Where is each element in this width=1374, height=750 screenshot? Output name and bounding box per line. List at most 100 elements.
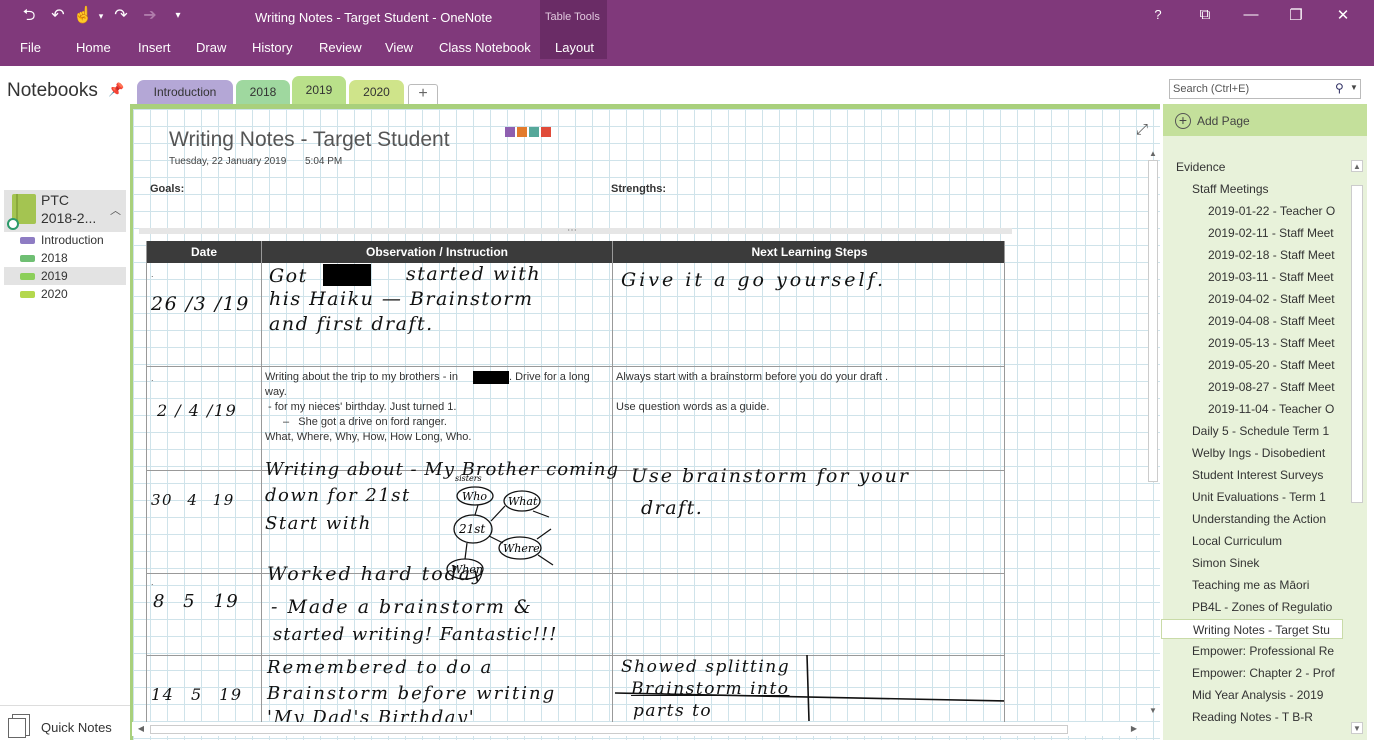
observation-handwriting: - Made a brainstorm &: [271, 596, 533, 618]
scroll-up-icon[interactable]: ▲: [1147, 148, 1159, 160]
notebook-pane: Notebooks 📌 PTC 2018-2... ︿ Introduction…: [0, 66, 130, 750]
expand-icon[interactable]: ⤢: [1136, 121, 1148, 138]
page-list-item[interactable]: 2019-08-27 - Staff Meet: [1208, 377, 1335, 397]
tag-color: [541, 127, 551, 137]
section-item-2018[interactable]: 2018: [4, 249, 126, 267]
chevron-up-icon[interactable]: ︿: [110, 202, 121, 218]
observation-text: – She got a drive on ford ranger.: [283, 416, 447, 428]
page-list-item[interactable]: Welby Ings - Disobedient: [1192, 443, 1325, 463]
cell-marker: .: [151, 269, 154, 279]
tab-draw[interactable]: Draw: [196, 40, 226, 55]
scroll-thumb[interactable]: [1351, 185, 1363, 503]
page-list-item[interactable]: 2019-04-08 - Staff Meet: [1208, 311, 1335, 331]
add-section-button[interactable]: +: [408, 84, 438, 104]
section-color-swatch: [20, 273, 35, 280]
scroll-down-icon[interactable]: ▼: [1351, 722, 1363, 734]
back-icon[interactable]: ⮌: [18, 6, 40, 26]
scroll-right-icon[interactable]: ▶: [1128, 723, 1140, 735]
customize-toolbar-icon[interactable]: ▾: [167, 6, 189, 26]
chevron-down-icon[interactable]: ▼: [1350, 83, 1358, 92]
strengths-label[interactable]: Strengths:: [611, 183, 666, 195]
page-list-item[interactable]: Evidence: [1176, 157, 1225, 177]
section-item-2019[interactable]: 2019: [4, 267, 126, 285]
page-list-item[interactable]: 2019-05-20 - Staff Meet: [1208, 355, 1335, 375]
search-icon[interactable]: ⚲: [1335, 81, 1344, 95]
tab-layout[interactable]: Layout: [555, 40, 594, 55]
section-label: 2018: [41, 251, 68, 265]
goals-label[interactable]: Goals:: [150, 183, 184, 195]
page-list-item[interactable]: 2019-02-11 - Staff Meet: [1208, 223, 1334, 243]
tab-view[interactable]: View: [385, 40, 413, 55]
search-input[interactable]: Search (Ctrl+E) ⚲ ▼: [1169, 79, 1361, 99]
tab-2019[interactable]: 2019: [292, 76, 346, 104]
tab-review[interactable]: Review: [319, 40, 362, 55]
scroll-down-icon[interactable]: ▼: [1147, 705, 1159, 717]
section-color-swatch: [20, 291, 35, 298]
fullscreen-icon[interactable]: ⧉: [1193, 6, 1217, 23]
page-list-item[interactable]: PB4L - Zones of Regulatio: [1192, 597, 1332, 617]
page-list-item[interactable]: Student Interest Surveys: [1192, 465, 1323, 485]
page-list-item[interactable]: Reading Notes - T B-R: [1192, 707, 1313, 727]
page-list-item[interactable]: Staff Meetings: [1192, 179, 1269, 199]
tag-color: [517, 127, 527, 137]
add-page-button[interactable]: + Add Page: [1163, 104, 1367, 136]
page-list-item[interactable]: 2019-04-02 - Staff Meet: [1208, 289, 1335, 309]
page-list-item[interactable]: Empower: Chapter 2 - Prof: [1192, 663, 1335, 683]
notebook-ptc[interactable]: PTC 2018-2... ︿: [4, 190, 126, 232]
section-item-2020[interactable]: 2020: [4, 285, 126, 303]
minimize-icon[interactable]: —: [1239, 6, 1263, 23]
canvas-vertical-scrollbar[interactable]: ▲ ▼: [1146, 148, 1160, 720]
page-list-item[interactable]: 2019-03-11 - Staff Meet: [1208, 267, 1334, 287]
page-list-item[interactable]: Teaching me as Māori: [1192, 575, 1309, 595]
table-move-handle-icon[interactable]: ⋯: [567, 225, 577, 236]
tab-file[interactable]: File: [20, 40, 41, 55]
close-icon[interactable]: ✕: [1331, 6, 1355, 24]
table-tools-label: Table Tools: [545, 11, 600, 23]
touch-dropdown-icon[interactable]: ▾: [90, 6, 112, 26]
tab-introduction[interactable]: Introduction: [137, 80, 233, 104]
section-item-introduction[interactable]: Introduction: [4, 231, 126, 249]
handwritten-table-sketch: [614, 654, 1004, 722]
observation-table[interactable]: Date Observation / Instruction Next Lear…: [146, 241, 1005, 723]
page-list-item[interactable]: 2019-02-18 - Staff Meet: [1208, 245, 1335, 265]
tab-insert[interactable]: Insert: [138, 40, 171, 55]
scroll-left-icon[interactable]: ◀: [135, 723, 147, 735]
canvas-horizontal-scrollbar[interactable]: ◀ ▶: [132, 722, 1144, 736]
page-list-item[interactable]: Understanding the Action: [1192, 509, 1326, 529]
page-list-item[interactable]: 2019-05-13 - Staff Meet: [1208, 333, 1335, 353]
page-list-item[interactable]: Mid Year Analysis - 2019: [1192, 685, 1323, 705]
page-list-item[interactable]: Local Curriculum: [1192, 531, 1282, 551]
pin-icon[interactable]: 📌: [108, 82, 124, 98]
search-placeholder: Search (Ctrl+E): [1173, 83, 1250, 95]
brainstorm-word: Who: [462, 490, 487, 503]
page-list-item[interactable]: 2019-01-22 - Teacher O: [1208, 201, 1335, 221]
tab-2018[interactable]: 2018: [236, 80, 290, 104]
undo-icon[interactable]: ↶: [47, 6, 69, 26]
restore-icon[interactable]: ❐: [1284, 6, 1308, 24]
observation-text: . Drive for a long: [509, 371, 590, 383]
page-list-item[interactable]: Simon Sinek: [1192, 553, 1259, 573]
page-list-item[interactable]: Writing Notes - Target Stu: [1161, 619, 1343, 639]
help-button[interactable]: ?: [1146, 7, 1170, 22]
redo-icon[interactable]: ↷: [110, 6, 132, 26]
scroll-thumb[interactable]: [1148, 160, 1158, 482]
scroll-thumb[interactable]: [150, 725, 1068, 734]
quick-notes-label: Quick Notes: [41, 720, 112, 735]
page-list-item[interactable]: 2019-11-04 - Teacher O: [1208, 399, 1334, 419]
notebooks-header[interactable]: Notebooks: [7, 80, 98, 102]
tab-2020[interactable]: 2020: [349, 80, 404, 104]
page-list-item[interactable]: Empower: Professional Re: [1192, 641, 1334, 661]
quick-notes[interactable]: Quick Notes: [0, 705, 130, 750]
tab-home[interactable]: Home: [76, 40, 111, 55]
tab-class-notebook[interactable]: Class Notebook: [439, 40, 531, 55]
page-title[interactable]: Writing Notes - Target Student: [169, 128, 450, 152]
next-steps-handwriting: Give it a go yourself.: [621, 269, 886, 291]
next-steps-handwriting: Use brainstorm for your: [631, 465, 910, 487]
scroll-up-icon[interactable]: ▲: [1351, 160, 1363, 172]
page-list-item[interactable]: Daily 5 - Schedule Term 1: [1192, 421, 1329, 441]
page-list-item[interactable]: Unit Evaluations - Term 1: [1192, 487, 1326, 507]
observation-text: What, Where, Why, How, How Long, Who.: [265, 431, 472, 443]
page-list-scrollbar[interactable]: ▲ ▼: [1350, 160, 1364, 738]
tab-history[interactable]: History: [252, 40, 292, 55]
observation-handwriting: started writing! Fantastic!!!: [273, 624, 558, 645]
